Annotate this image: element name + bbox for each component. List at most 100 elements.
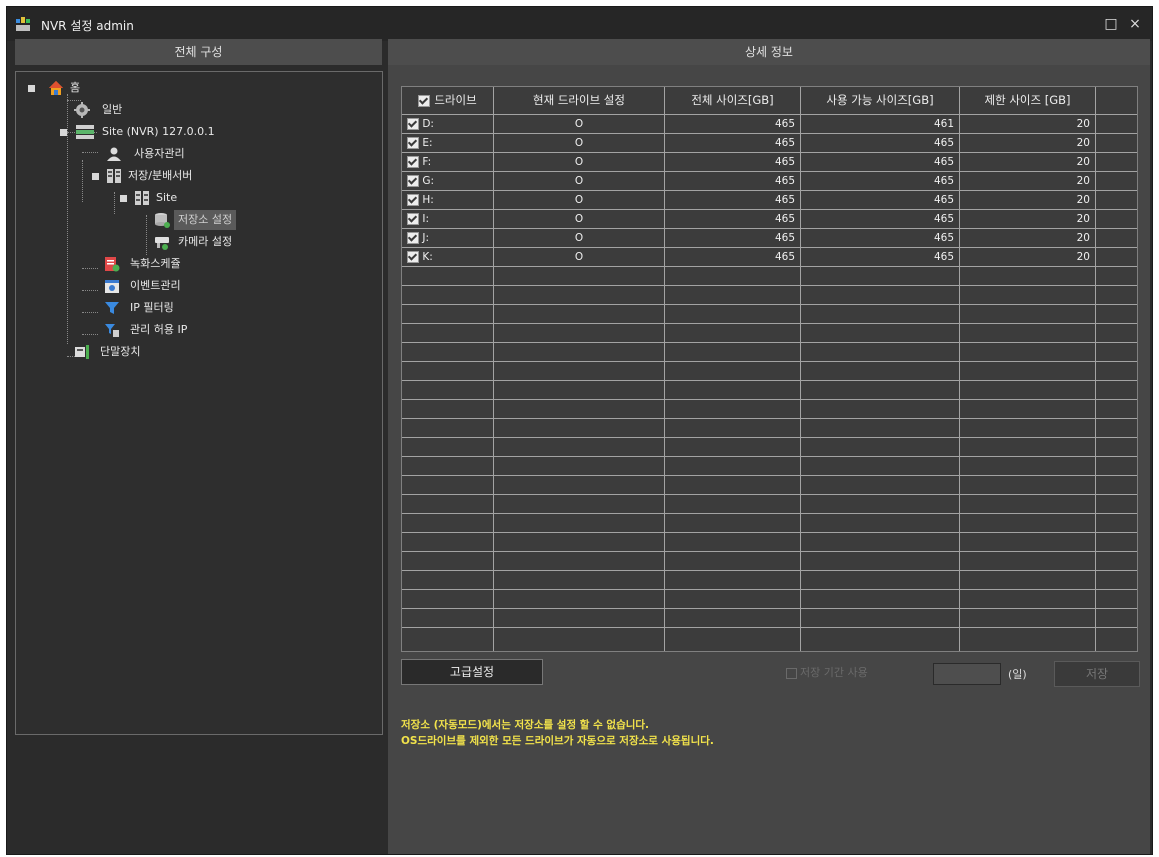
- column-header-limit-size[interactable]: 제한 사이즈 [GB]: [960, 87, 1095, 114]
- maximize-button[interactable]: □: [1100, 13, 1122, 35]
- grid-line: [402, 608, 1137, 609]
- table-row[interactable]: H: O 465 465 20: [402, 191, 1137, 210]
- tree-item-storage-settings[interactable]: 저장소 설정: [154, 210, 274, 230]
- column-header-total-size[interactable]: 전체 사이즈[GB]: [665, 87, 800, 114]
- available-size-cell: 465: [933, 175, 954, 187]
- total-size-cell: 465: [774, 118, 795, 130]
- tree-item-admin-allowed-ip[interactable]: 관리 허용 IP: [104, 320, 224, 340]
- retention-period-label: 저장 기간 사용: [800, 666, 868, 679]
- retention-period-checkbox[interactable]: [786, 667, 797, 679]
- event-icon: [105, 280, 119, 293]
- close-button[interactable]: ×: [1124, 13, 1146, 35]
- grid-line: [402, 114, 1137, 115]
- grid-line: [402, 342, 1137, 343]
- tree-item-camera-settings[interactable]: 카메라 설정: [154, 232, 274, 252]
- drive-checkbox[interactable]: [407, 213, 419, 225]
- gear-icon: [74, 102, 90, 118]
- home-icon: [49, 81, 63, 95]
- drive-checkbox[interactable]: [407, 251, 419, 263]
- column-header-current-setting[interactable]: 현재 드라이브 설정: [494, 87, 664, 114]
- setting-cell: O: [574, 156, 584, 168]
- table-row[interactable]: K: O 465 465 20: [402, 248, 1137, 267]
- table-row[interactable]: E: O 465 465 20: [402, 134, 1137, 153]
- table-row[interactable]: G: O 465 465 20: [402, 172, 1137, 191]
- limit-size-cell[interactable]: 20: [960, 229, 1090, 248]
- notice-line-2: OS드라이브를 제외한 모든 드라이브가 자동으로 저장소로 사용됩니다.: [401, 735, 714, 747]
- config-tree: 홈 일반 Site (NVR) 127.0.0.1 사용자관리 저장/분배서버 …: [15, 71, 383, 735]
- tree-item-home[interactable]: 홈: [28, 78, 168, 98]
- limit-size-cell[interactable]: 20: [960, 210, 1090, 229]
- grid-line: [402, 285, 1137, 286]
- available-size-cell: 465: [933, 251, 954, 263]
- setting-cell: O: [574, 118, 584, 130]
- limit-size-cell[interactable]: 20: [960, 248, 1090, 267]
- limit-size-cell[interactable]: 20: [960, 115, 1090, 134]
- drive-cell: D:: [407, 115, 493, 134]
- grid-line: [402, 456, 1137, 457]
- grid-line: [402, 190, 1137, 191]
- drive-cell: H:: [407, 191, 493, 210]
- drive-checkbox[interactable]: [407, 232, 419, 244]
- window-title: NVR 설정 admin: [41, 19, 134, 33]
- column-header-available-size[interactable]: 사용 가능 사이즈[GB]: [801, 87, 959, 114]
- tree-item-label: Site (NVR) 127.0.0.1: [102, 125, 215, 138]
- table-row[interactable]: J: O 465 465 20: [402, 229, 1137, 248]
- server-icon: [76, 125, 94, 139]
- camera-icon: [155, 237, 169, 250]
- drive-checkbox[interactable]: [407, 194, 419, 206]
- detail-panel: 드라이브 현재 드라이브 설정 전체 사이즈[GB] 사용 가능 사이즈[GB]…: [388, 65, 1150, 854]
- notice-line-1: 저장소 (자동모드)에서는 저장소를 설정 할 수 없습니다.: [401, 719, 650, 731]
- table-row[interactable]: F: O 465 465 20: [402, 153, 1137, 172]
- retention-period-option[interactable]: 저장 기간 사용: [786, 665, 868, 681]
- total-size-cell: 465: [774, 156, 795, 168]
- select-all-checkbox[interactable]: [418, 94, 431, 107]
- total-size-cell: 465: [774, 194, 795, 206]
- drive-label: J:: [422, 232, 429, 244]
- grid-line: [402, 171, 1137, 172]
- tree-item-storage-server[interactable]: 저장/분배서버: [92, 166, 252, 186]
- left-bottom-area: [7, 741, 387, 854]
- expander-icon[interactable]: [120, 195, 127, 202]
- grid-line: [402, 437, 1137, 438]
- drive-checkbox[interactable]: [407, 156, 419, 168]
- expander-icon[interactable]: [92, 173, 99, 180]
- grid-line: [402, 589, 1137, 590]
- tree-item-terminal-devices[interactable]: 단말장치: [74, 342, 194, 362]
- limit-size-cell[interactable]: 20: [960, 172, 1090, 191]
- expander-icon[interactable]: [28, 85, 35, 92]
- total-size-cell: 465: [774, 137, 795, 149]
- limit-size-cell[interactable]: 20: [960, 191, 1090, 210]
- tree-item-general[interactable]: 일반: [74, 100, 194, 120]
- limit-size-cell[interactable]: 20: [960, 153, 1090, 172]
- grid-line: [402, 380, 1137, 381]
- drive-checkbox[interactable]: [407, 137, 419, 149]
- table-row[interactable]: D: O 465 461 20: [402, 115, 1137, 134]
- drive-checkbox[interactable]: [407, 118, 419, 130]
- device-icon: [75, 345, 89, 359]
- retention-days-input[interactable]: [933, 663, 1001, 685]
- save-button[interactable]: 저장: [1054, 661, 1140, 687]
- tree-item-site[interactable]: Site: [120, 188, 220, 208]
- table-row[interactable]: I: O 465 465 20: [402, 210, 1137, 229]
- drive-cell: I:: [407, 210, 493, 229]
- drive-label: E:: [422, 137, 433, 149]
- setting-cell: O: [574, 251, 584, 263]
- title-bar[interactable]: NVR 설정 admin □ ×: [7, 7, 1152, 41]
- tree-item-event-management[interactable]: 이벤트관리: [104, 276, 224, 296]
- advanced-settings-button[interactable]: 고급설정: [401, 659, 543, 685]
- drive-checkbox[interactable]: [407, 175, 419, 187]
- nvr-settings-window: NVR 설정 admin □ × 전체 구성 홈 일반 Site (NVR) 1…: [6, 6, 1153, 855]
- setting-cell: O: [574, 194, 584, 206]
- storage-server-icon: [107, 169, 121, 183]
- tree-item-label: 홈: [70, 81, 81, 94]
- limit-size-cell[interactable]: 20: [960, 134, 1090, 153]
- tree-item-user-management[interactable]: 사용자관리: [106, 144, 226, 164]
- drive-cell: J:: [407, 229, 493, 248]
- tree-item-site-nvr[interactable]: Site (NVR) 127.0.0.1: [60, 122, 280, 142]
- detail-panel-header: 상세 정보: [388, 39, 1150, 65]
- tree-item-ip-filtering[interactable]: IP 필터링: [104, 298, 224, 318]
- tree-item-recording-schedule[interactable]: 녹화스케쥴: [104, 254, 224, 274]
- column-header-drive[interactable]: 드라이브: [402, 87, 493, 114]
- expander-icon[interactable]: [60, 129, 67, 136]
- site-icon: [135, 191, 149, 205]
